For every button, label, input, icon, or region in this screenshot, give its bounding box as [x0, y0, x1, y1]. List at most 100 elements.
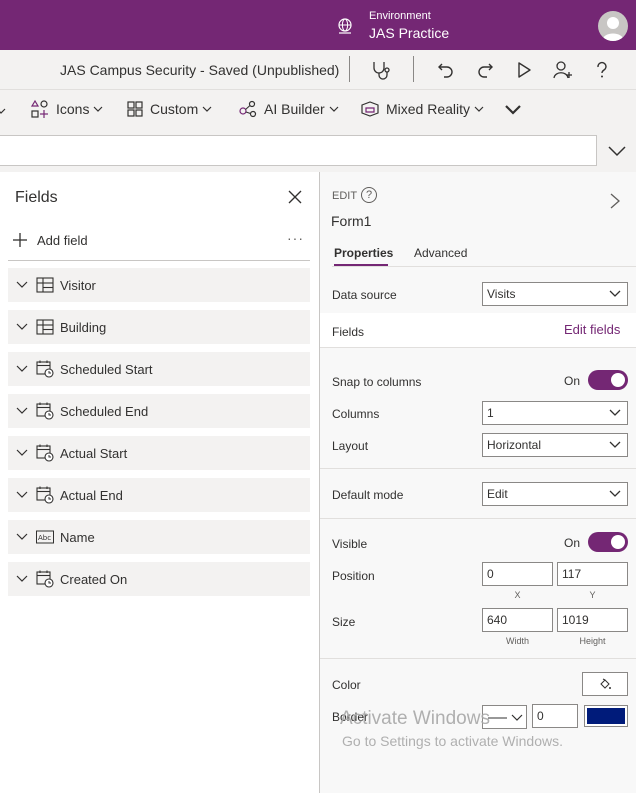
formula-bar [0, 130, 636, 172]
columns-value: 1 [487, 406, 494, 420]
field-row[interactable]: Actual End [8, 478, 310, 512]
border-thickness-input[interactable]: 0 [532, 704, 578, 728]
share-button[interactable] [551, 58, 575, 82]
fields-label: Fields [332, 325, 365, 339]
field-row[interactable]: Created On [8, 562, 310, 596]
layout-value: Horizontal [487, 438, 542, 452]
default-mode-dropdown[interactable]: Edit [482, 482, 628, 506]
snap-to-columns-toggle[interactable] [588, 370, 628, 390]
height-caption: Height [579, 636, 606, 646]
field-label: Scheduled End [60, 403, 149, 419]
formula-expand-button[interactable] [605, 139, 629, 163]
tab-properties[interactable]: Properties [334, 246, 393, 264]
undo-button[interactable] [434, 58, 458, 82]
layout-dropdown[interactable]: Horizontal [482, 433, 628, 457]
divider [413, 56, 414, 82]
default-mode-value: Edit [487, 487, 508, 501]
field-row[interactable]: Actual Start [8, 436, 310, 470]
field-row[interactable]: Abc Name [8, 520, 310, 554]
activation-watermark-title: Activate Windows [340, 708, 490, 729]
chevron-down-icon[interactable] [16, 491, 28, 499]
divider [320, 518, 636, 519]
position-y-input[interactable]: 117 [557, 562, 628, 586]
edit-label: EDIT [332, 190, 358, 202]
x-caption: X [514, 590, 521, 600]
field-row[interactable]: Scheduled Start [8, 352, 310, 386]
redo-icon [478, 63, 493, 78]
chevron-down-icon[interactable] [16, 407, 28, 415]
custom-label: Custom [150, 101, 199, 117]
lookup-icon [36, 318, 54, 336]
mixed-reality-menu-button[interactable]: Mixed Reality [360, 98, 490, 120]
chevron-down-icon[interactable] [16, 323, 28, 331]
size-width-input[interactable]: 640 [482, 608, 553, 632]
ai-builder-label: AI Builder [264, 101, 325, 117]
insert-ribbon: Icons Custom AI Builder Mixed Reality [0, 90, 636, 130]
chevron-down-icon [94, 106, 103, 112]
add-field-label: Add field [37, 232, 88, 248]
app-title: JAS Campus Security - Saved (Unpublished… [60, 62, 340, 78]
app-checker-button[interactable] [369, 58, 393, 82]
lookup-icon [36, 276, 54, 294]
toggle-knob [611, 373, 625, 387]
formula-input[interactable] [0, 135, 597, 166]
chevron-down-icon[interactable] [16, 365, 28, 373]
add-field-button[interactable]: Add field [11, 230, 88, 250]
ai-builder-icon [239, 100, 257, 118]
columns-dropdown[interactable]: 1 [482, 401, 628, 425]
field-label: Created On [60, 571, 128, 587]
field-row[interactable]: Visitor [8, 268, 310, 302]
size-height-input[interactable]: 1019 [557, 608, 628, 632]
person-icon [602, 17, 624, 41]
help-button[interactable] [590, 58, 614, 82]
custom-menu-button[interactable]: Custom [126, 98, 218, 120]
visible-toggle-state: On [564, 536, 581, 550]
data-source-dropdown[interactable]: Visits [482, 282, 628, 306]
chevron-down-icon [609, 441, 621, 448]
fields-pane-title: Fields [15, 189, 58, 206]
chevron-down-icon [474, 106, 484, 112]
mixed-reality-icon [361, 101, 379, 117]
chevron-down-icon[interactable] [16, 449, 28, 457]
help-icon[interactable]: ? [361, 187, 377, 203]
border-color-swatch[interactable] [584, 705, 628, 727]
close-icon[interactable] [286, 188, 304, 206]
icons-menu-button[interactable]: Icons [30, 98, 109, 120]
environment-icon[interactable] [336, 17, 354, 35]
color-label: Color [332, 678, 361, 692]
field-label: Name [60, 529, 95, 545]
more-options-button[interactable]: ··· [287, 230, 304, 246]
chevron-down-icon[interactable] [0, 103, 6, 121]
chevron-down-icon [329, 106, 339, 112]
edit-fields-link[interactable]: Edit fields [564, 322, 620, 337]
chevron-down-icon[interactable] [16, 281, 28, 289]
field-label: Scheduled Start [60, 361, 153, 377]
active-tab-indicator [334, 264, 388, 266]
divider [320, 347, 636, 348]
columns-label: Columns [332, 407, 380, 421]
chevron-down-icon [505, 105, 521, 115]
color-picker-button[interactable] [582, 672, 628, 696]
width-caption: Width [505, 636, 529, 646]
avatar[interactable] [598, 11, 628, 41]
chevron-down-icon[interactable] [16, 533, 28, 541]
properties-pane: EDIT ? Form1 Properties Advanced Data so… [320, 172, 636, 793]
field-row[interactable]: Building [8, 310, 310, 344]
environment-name[interactable]: JAS Practice [369, 25, 449, 41]
ai-builder-menu-button[interactable]: AI Builder [238, 98, 345, 120]
chevron-down-icon[interactable] [16, 575, 28, 583]
chevron-right-icon[interactable] [608, 192, 622, 210]
preview-button[interactable] [512, 58, 536, 82]
question-icon [597, 61, 607, 78]
divider [332, 266, 636, 267]
field-row[interactable]: Scheduled End [8, 394, 310, 428]
tab-advanced[interactable]: Advanced [414, 246, 467, 264]
field-label: Building [60, 319, 107, 335]
redo-button[interactable] [473, 58, 497, 82]
divider [320, 658, 636, 659]
datetime-icon [36, 360, 54, 378]
ribbon-overflow-button[interactable] [504, 101, 522, 124]
size-label: Size [332, 615, 356, 629]
position-x-input[interactable]: 0 [482, 562, 553, 586]
visible-toggle[interactable] [588, 532, 628, 552]
